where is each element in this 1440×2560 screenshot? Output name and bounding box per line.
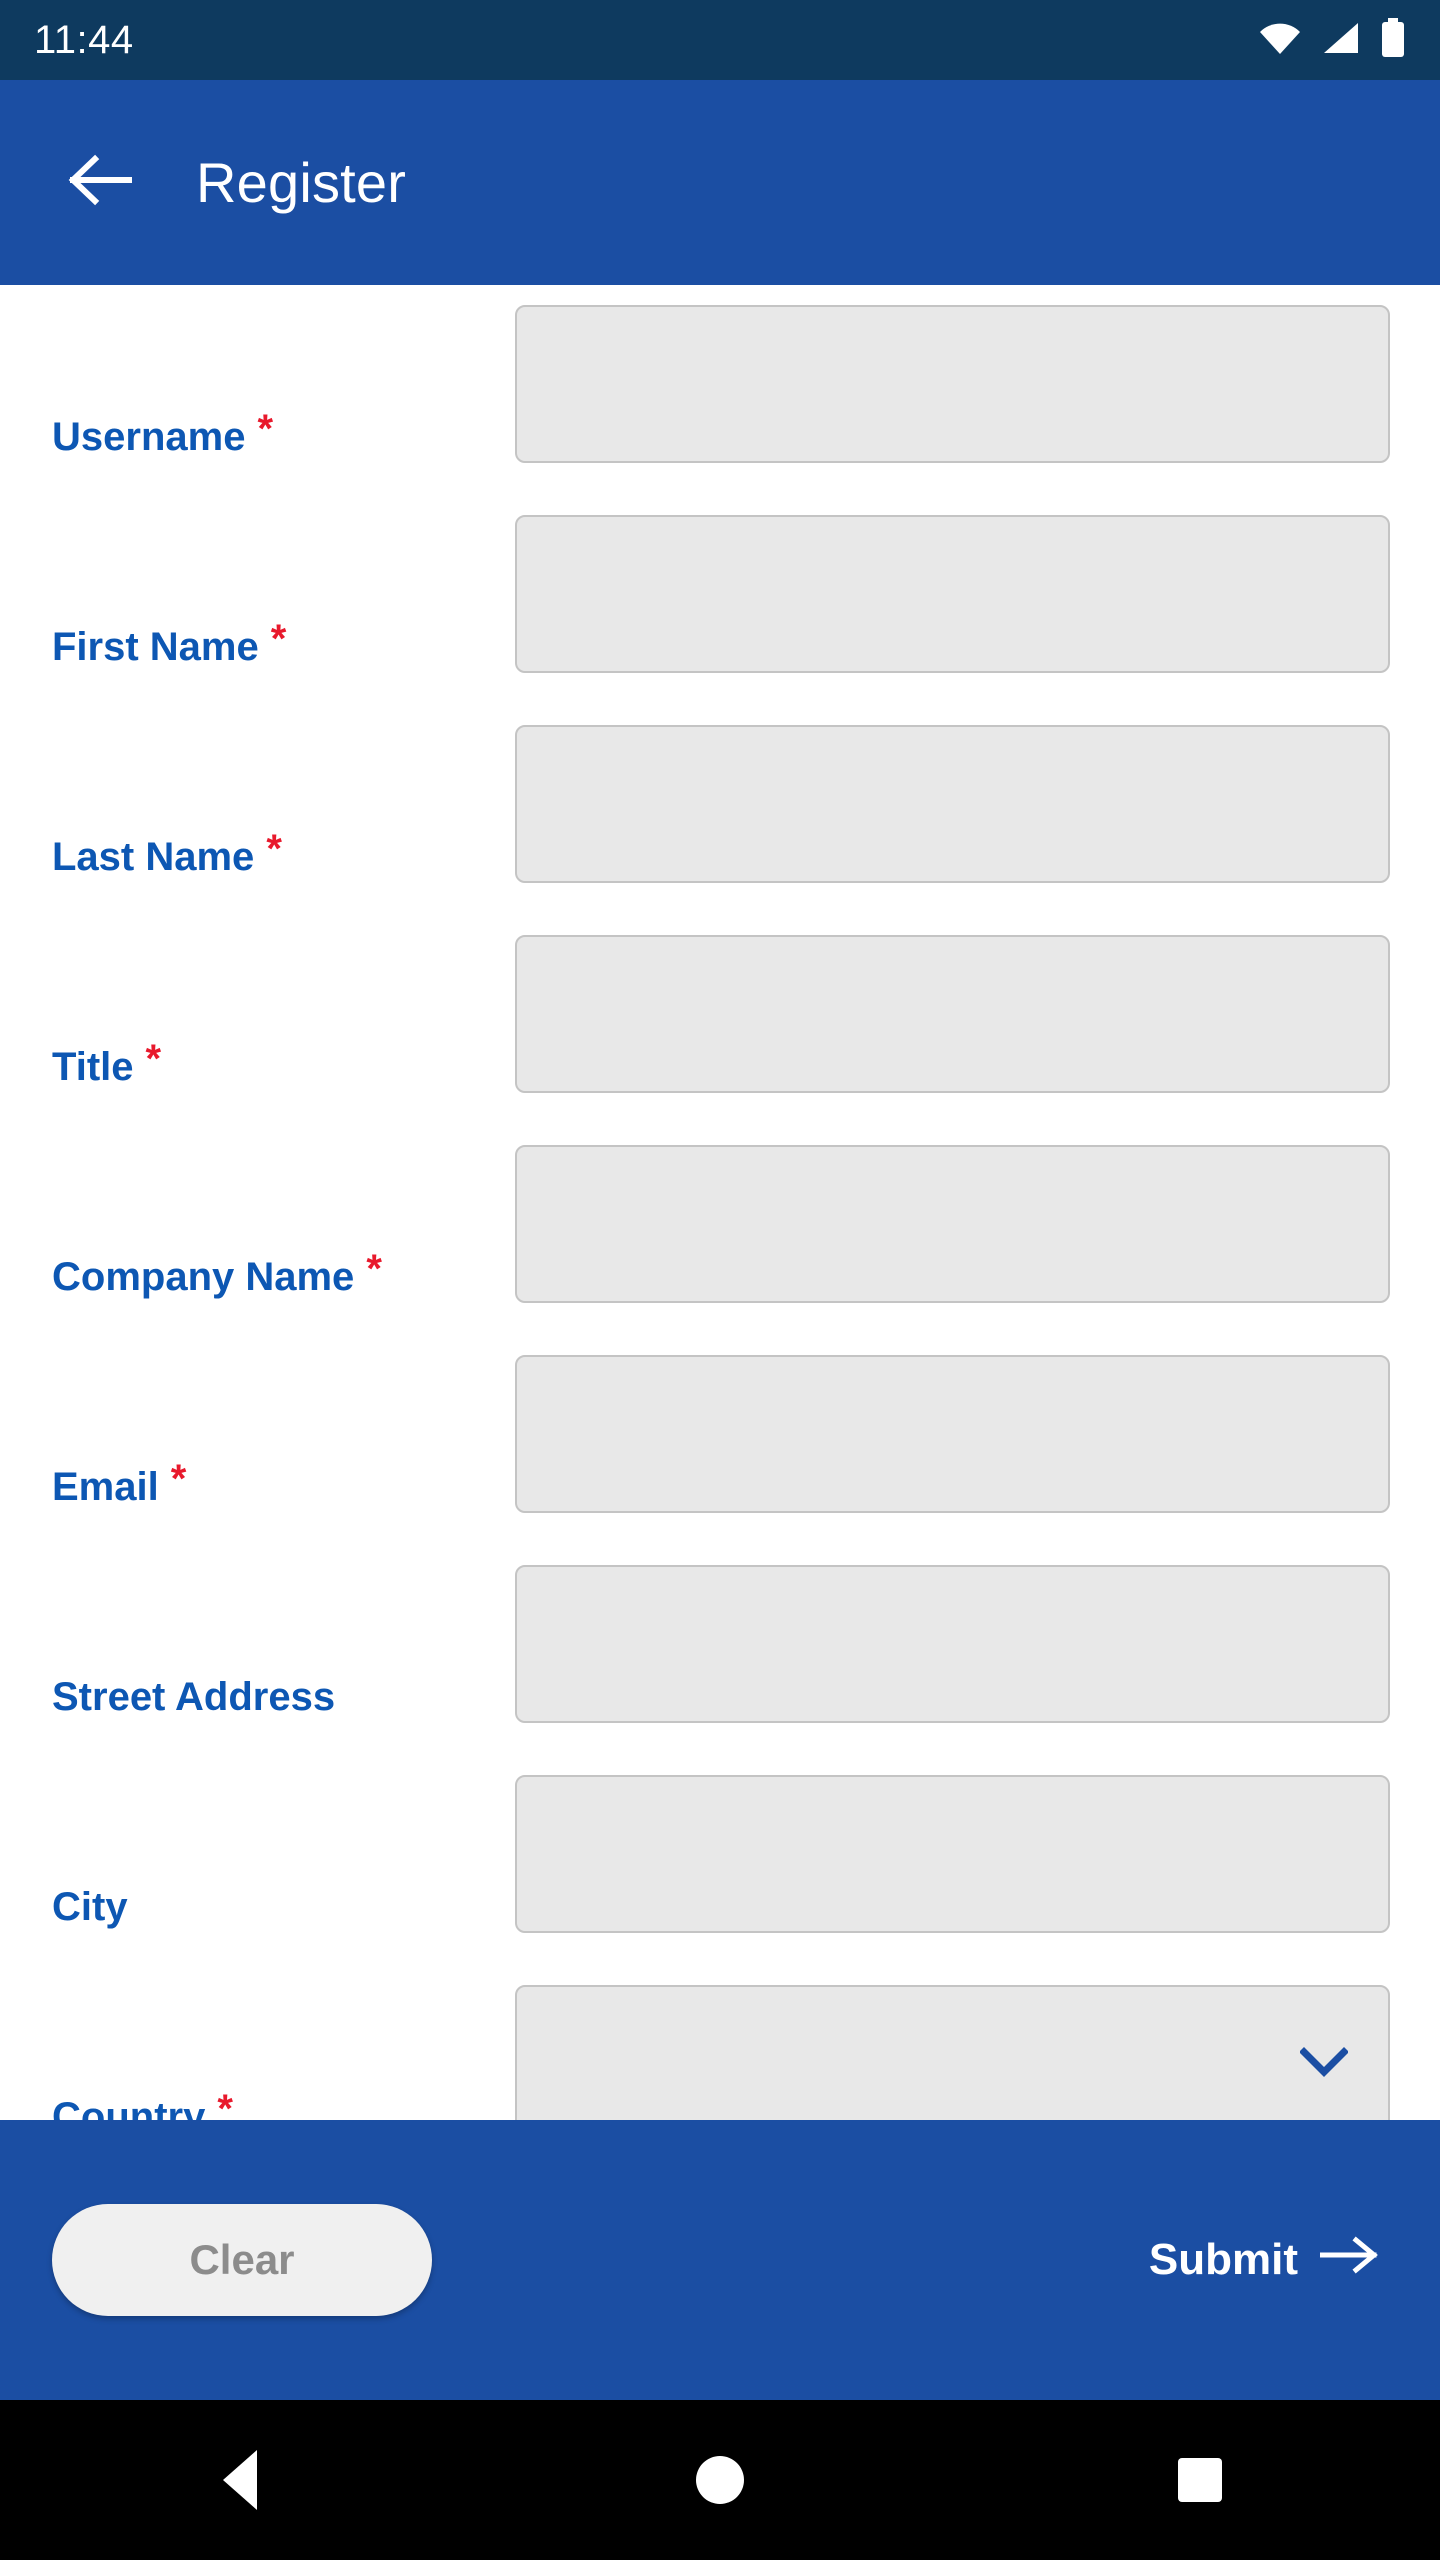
label-username-text: Username (52, 415, 246, 459)
label-email-text: Email (52, 1465, 159, 1509)
required-asterisk: * (217, 2087, 233, 2120)
input-username[interactable] (515, 305, 1390, 463)
clear-button[interactable]: Clear (52, 2204, 432, 2316)
input-email[interactable] (515, 1355, 1390, 1513)
nav-recents-button[interactable] (1130, 2410, 1270, 2550)
form-row-title: Title * (0, 915, 1440, 1125)
label-email: Email * (52, 1459, 186, 1509)
chevron-down-icon (1299, 2046, 1349, 2082)
label-last-name-text: Last Name (52, 835, 255, 879)
android-navigation-bar (0, 2400, 1440, 2560)
home-circle-icon (696, 2456, 744, 2504)
back-button[interactable] (40, 123, 160, 243)
battery-icon (1380, 17, 1406, 63)
back-triangle-icon (223, 2450, 257, 2510)
form-row-city: City (0, 1755, 1440, 1965)
app-bar: Register (0, 80, 1440, 285)
recents-square-icon (1178, 2458, 1222, 2502)
form-row-street-address: Street Address (0, 1545, 1440, 1755)
form-row-username: Username * (0, 285, 1440, 495)
form-row-company-name: Company Name * (0, 1125, 1440, 1335)
status-bar-icons (1258, 17, 1406, 63)
arrow-right-icon (1319, 2235, 1378, 2285)
page-title: Register (196, 151, 407, 214)
input-first-name[interactable] (515, 515, 1390, 673)
label-first-name: First Name * (52, 619, 286, 669)
required-asterisk: * (145, 1037, 162, 1081)
required-asterisk: * (170, 1457, 187, 1501)
action-bar: Clear Submit (0, 2120, 1440, 2400)
label-country: Country * (52, 2089, 233, 2120)
form-row-last-name: Last Name * (0, 705, 1440, 915)
label-company-name: Company Name * (52, 1249, 382, 1299)
label-street-address: Street Address (52, 1677, 335, 1717)
status-bar: 11:44 (0, 0, 1440, 80)
form-row-country: Country * (0, 1965, 1440, 2120)
wifi-icon (1258, 21, 1302, 60)
required-asterisk: * (270, 617, 287, 661)
input-street-address[interactable] (515, 1565, 1390, 1723)
label-title: Title * (52, 1039, 161, 1089)
submit-button-label: Submit (1148, 2235, 1298, 2284)
label-company-name-text: Company Name (52, 1255, 355, 1299)
input-city[interactable] (515, 1775, 1390, 1933)
register-screen: 11:44 Register Username * First Name * L… (0, 0, 1440, 2560)
label-country-text: Country (52, 2095, 206, 2120)
label-username: Username * (52, 409, 273, 459)
input-company-name[interactable] (515, 1145, 1390, 1303)
arrow-left-icon (67, 153, 133, 212)
label-city-text: City (52, 1885, 128, 1929)
form-row-first-name: First Name * (0, 495, 1440, 705)
required-asterisk: * (266, 827, 282, 871)
label-last-name: Last Name * (52, 829, 282, 879)
form-row-email: Email * (0, 1335, 1440, 1545)
input-title[interactable] (515, 935, 1390, 1093)
register-form: Username * First Name * Last Name * Title * (0, 285, 1440, 2120)
select-country[interactable] (515, 1985, 1390, 2120)
status-bar-clock: 11:44 (34, 17, 134, 62)
label-first-name-text: First Name (52, 625, 259, 669)
nav-home-button[interactable] (650, 2410, 790, 2550)
label-street-address-text: Street Address (52, 1675, 336, 1719)
label-city: City (52, 1887, 128, 1927)
cellular-signal-icon (1322, 21, 1360, 60)
input-last-name[interactable] (515, 725, 1390, 883)
nav-back-button[interactable] (170, 2410, 310, 2550)
required-asterisk: * (366, 1247, 382, 1291)
label-title-text: Title (52, 1045, 134, 1089)
required-asterisk: * (257, 407, 274, 451)
submit-button[interactable]: Submit (1149, 2235, 1388, 2285)
